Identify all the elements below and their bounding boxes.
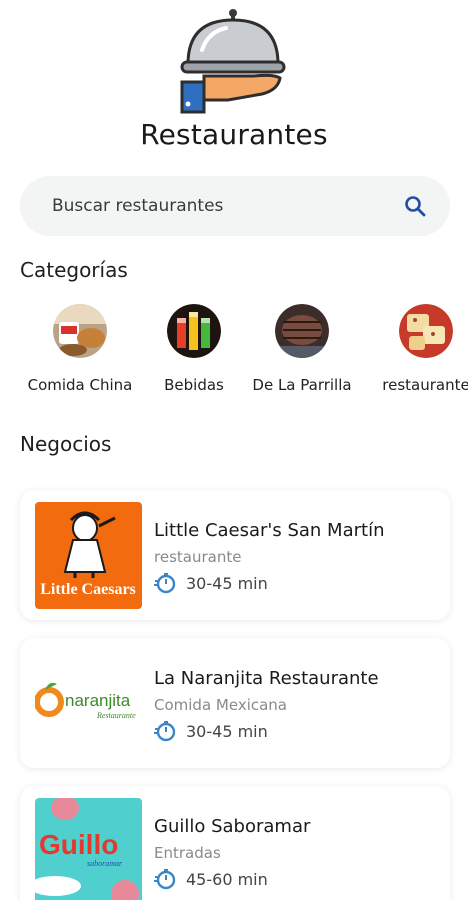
delivery-time: 45-60 min <box>154 868 268 890</box>
category-label: Bebidas <box>164 376 224 394</box>
category-de-la-parrilla[interactable]: De La Parrilla <box>246 304 358 394</box>
business-card-guillo-saboramar[interactable]: Guillo saboramar Guillo Saboramar Entrad… <box>20 786 450 900</box>
category-comida-china-image <box>53 304 107 358</box>
guillo-logo-subtext: saboramar <box>87 859 123 868</box>
page-title: Restaurantes <box>140 118 328 151</box>
categories-heading: Categorías <box>20 258 128 282</box>
business-name: Little Caesar's San Martín <box>154 520 385 541</box>
delivery-time-text: 45-60 min <box>186 869 268 889</box>
timer-icon <box>154 721 176 742</box>
search-bar[interactable] <box>20 176 450 236</box>
business-card-la-naranjita[interactable]: naranjita Restaurante La Naranjita Resta… <box>20 638 450 768</box>
business-name: Guillo Saboramar <box>154 816 311 837</box>
cloche-serving-hand-icon <box>180 9 286 114</box>
little-caesars-logo: Little Caesars <box>35 502 142 609</box>
business-card-little-caesars[interactable]: Little Caesars Little Caesar's San Martí… <box>20 490 450 620</box>
guillo-logo-text: Guillo <box>39 829 118 860</box>
category-restaurante[interactable]: restaurante <box>374 304 468 394</box>
business-category: Comida Mexicana <box>154 696 288 714</box>
businesses-heading: Negocios <box>20 432 112 456</box>
business-category: Entradas <box>154 844 221 862</box>
search-icon[interactable] <box>402 193 428 219</box>
category-label: De La Parrilla <box>252 376 352 394</box>
timer-icon <box>154 869 176 890</box>
category-comida-china[interactable]: Comida China <box>20 304 140 394</box>
delivery-time: 30-45 min <box>154 720 268 742</box>
delivery-time-text: 30-45 min <box>186 573 268 593</box>
categories-row: Comida China Bebidas De La Parrilla rest… <box>0 304 468 404</box>
business-category: restaurante <box>154 548 242 566</box>
naranjita-logo: naranjita Restaurante <box>35 650 142 757</box>
category-restaurante-image <box>399 304 453 358</box>
timer-icon <box>154 573 176 594</box>
category-de-la-parrilla-image <box>275 304 329 358</box>
delivery-time: 30-45 min <box>154 572 268 594</box>
search-input[interactable] <box>52 196 402 216</box>
naranjita-logo-subtext: Restaurante <box>96 711 136 720</box>
category-label: restaurante <box>382 376 468 394</box>
business-name: La Naranjita Restaurante <box>154 668 379 689</box>
app-screen: Restaurantes Categorías Comida China <box>0 0 468 900</box>
category-label: Comida China <box>27 376 133 394</box>
delivery-time-text: 30-45 min <box>186 721 268 741</box>
little-caesars-logo-text: Little Caesars <box>40 581 136 598</box>
category-bebidas-image <box>167 304 221 358</box>
category-bebidas[interactable]: Bebidas <box>154 304 234 394</box>
guillo-logo: Guillo saboramar <box>35 798 142 900</box>
naranjita-logo-text: naranjita <box>65 691 131 710</box>
